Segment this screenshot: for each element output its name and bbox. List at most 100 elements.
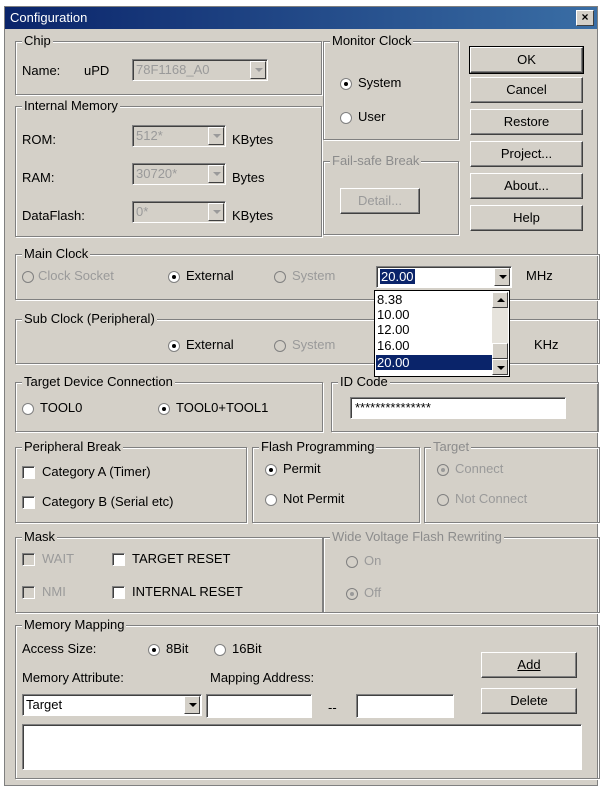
chevron-down-icon: [208, 203, 224, 221]
chevron-down-icon: [497, 366, 505, 370]
ram-value: 30720*: [136, 166, 178, 181]
chip-name-combo[interactable]: 78F1168_A0: [132, 59, 268, 81]
chevron-up-icon: [497, 298, 505, 302]
permit-label: Permit: [283, 461, 321, 476]
monitor-clock-group: Monitor Clock System User: [323, 33, 459, 140]
wide-voltage-group: Wide Voltage Flash Rewriting On Off: [323, 529, 600, 613]
sub-clock-group: Sub Clock (Peripheral) External System K…: [15, 311, 600, 364]
wide-voltage-on-radio[interactable]: [346, 556, 358, 568]
peripheral-break-group: Peripheral Break Category A (Timer) Cate…: [15, 439, 247, 523]
target-legend: Target: [431, 439, 472, 454]
id-code-input[interactable]: ***************: [350, 397, 566, 419]
wide-voltage-off-label: Off: [364, 585, 382, 600]
chevron-down-icon: [208, 127, 224, 145]
wide-voltage-on-label: On: [364, 553, 382, 568]
not-connect-radio[interactable]: [437, 494, 449, 506]
scroll-thumb[interactable]: [492, 343, 508, 359]
chip-name-label: Name:: [22, 63, 61, 78]
main-clock-combo[interactable]: 20.00: [376, 266, 512, 288]
not-permit-radio[interactable]: [265, 494, 277, 506]
flash-programming-legend: Flash Programming: [259, 439, 377, 454]
not-permit-label: Not Permit: [283, 491, 345, 506]
target-reset-checkbox[interactable]: [112, 553, 125, 566]
cancel-button[interactable]: Cancel: [470, 77, 583, 103]
project-button[interactable]: Project...: [470, 141, 583, 167]
restore-button[interactable]: Restore: [470, 109, 583, 135]
wide-voltage-off-radio[interactable]: [346, 588, 358, 600]
category-b-checkbox[interactable]: [22, 496, 35, 509]
monitor-clock-legend: Monitor Clock: [330, 33, 414, 48]
internal-reset-checkbox[interactable]: [112, 586, 125, 599]
chevron-down-icon: [184, 696, 200, 714]
tool0-radio[interactable]: [22, 403, 34, 415]
main-clock-system-radio[interactable]: [274, 271, 286, 283]
fail-safe-break-group: Fail-safe Break Detail...: [323, 153, 459, 235]
clock-socket-radio[interactable]: [22, 271, 34, 283]
ram-combo[interactable]: 30720*: [132, 163, 226, 185]
dropdown-scrollbar[interactable]: [492, 292, 508, 375]
permit-radio[interactable]: [265, 464, 277, 476]
detail-button[interactable]: Detail...: [340, 188, 420, 214]
dropdown-option-selected[interactable]: 20.00: [376, 355, 492, 370]
main-clock-dropdown-list[interactable]: 8.38 10.00 12.00 16.00 20.00: [374, 290, 510, 377]
add-button[interactable]: Add: [481, 652, 577, 678]
target-device-legend: Target Device Connection: [22, 374, 175, 389]
ok-button[interactable]: OK: [469, 46, 584, 74]
chevron-down-icon: [208, 165, 224, 183]
dropdown-option[interactable]: 8.38: [376, 292, 492, 307]
fail-safe-break-legend: Fail-safe Break: [330, 153, 422, 168]
access-16bit-label: 16Bit: [232, 641, 262, 656]
sub-clock-external-radio[interactable]: [168, 340, 180, 352]
dropdown-option[interactable]: 16.00: [376, 338, 492, 353]
scroll-down-button[interactable]: [492, 359, 508, 375]
help-button[interactable]: Help: [470, 205, 583, 231]
sub-clock-external-label: External: [186, 337, 234, 352]
monitor-clock-system-radio[interactable]: [340, 78, 352, 90]
wait-checkbox[interactable]: [22, 553, 35, 566]
delete-button[interactable]: Delete: [481, 688, 577, 714]
dropdown-option[interactable]: 12.00: [376, 322, 492, 337]
connect-radio[interactable]: [437, 464, 449, 476]
mapping-address-end-input[interactable]: [356, 694, 454, 718]
mapping-address-start-input[interactable]: [206, 694, 312, 718]
scroll-up-button[interactable]: [492, 292, 508, 308]
chip-name-value: 78F1168_A0: [136, 62, 210, 77]
dropdown-option[interactable]: 10.00: [376, 307, 492, 322]
sub-clock-system-label: System: [292, 337, 336, 352]
about-button[interactable]: About...: [470, 173, 583, 199]
access-8bit-label: 8Bit: [166, 641, 189, 656]
internal-memory-group: Internal Memory ROM: 512* KBytes RAM: 30…: [15, 98, 322, 237]
main-clock-external-radio[interactable]: [168, 271, 180, 283]
category-a-checkbox[interactable]: [22, 466, 35, 479]
internal-reset-label: INTERNAL RESET: [132, 584, 243, 599]
ram-label: RAM:: [22, 170, 55, 185]
memory-attribute-combo[interactable]: Target: [22, 694, 202, 716]
rom-combo[interactable]: 512*: [132, 125, 226, 147]
id-code-value: ***************: [355, 400, 431, 415]
memory-attribute-value: Target: [26, 697, 63, 712]
rom-label: ROM:: [22, 132, 56, 147]
delete-label: Delete: [510, 693, 548, 708]
access-8bit-radio[interactable]: [148, 644, 160, 656]
rom-unit: KBytes: [232, 132, 274, 147]
sub-clock-unit: KHz: [534, 337, 559, 352]
dataflash-value: 0*: [136, 204, 149, 219]
chip-legend: Chip: [22, 33, 53, 48]
dataflash-combo[interactable]: 0*: [132, 201, 226, 223]
main-clock-external-label: External: [186, 268, 234, 283]
memory-mapping-list[interactable]: [22, 724, 582, 770]
mapping-address-label: Mapping Address:: [210, 670, 315, 685]
nmi-checkbox[interactable]: [22, 586, 35, 599]
target-group: Target Connect Not Connect: [424, 439, 600, 523]
tool0-tool1-radio[interactable]: [158, 403, 170, 415]
tool0-label: TOOL0: [40, 400, 83, 415]
monitor-clock-system-label: System: [358, 75, 402, 90]
category-b-label: Category B (Serial etc): [42, 494, 174, 509]
nmi-label: NMI: [42, 584, 66, 599]
close-button[interactable]: ×: [576, 10, 594, 26]
sub-clock-system-radio[interactable]: [274, 340, 286, 352]
internal-memory-legend: Internal Memory: [22, 98, 120, 113]
connect-label: Connect: [455, 461, 504, 476]
monitor-clock-user-radio[interactable]: [340, 112, 352, 124]
access-16bit-radio[interactable]: [214, 644, 226, 656]
